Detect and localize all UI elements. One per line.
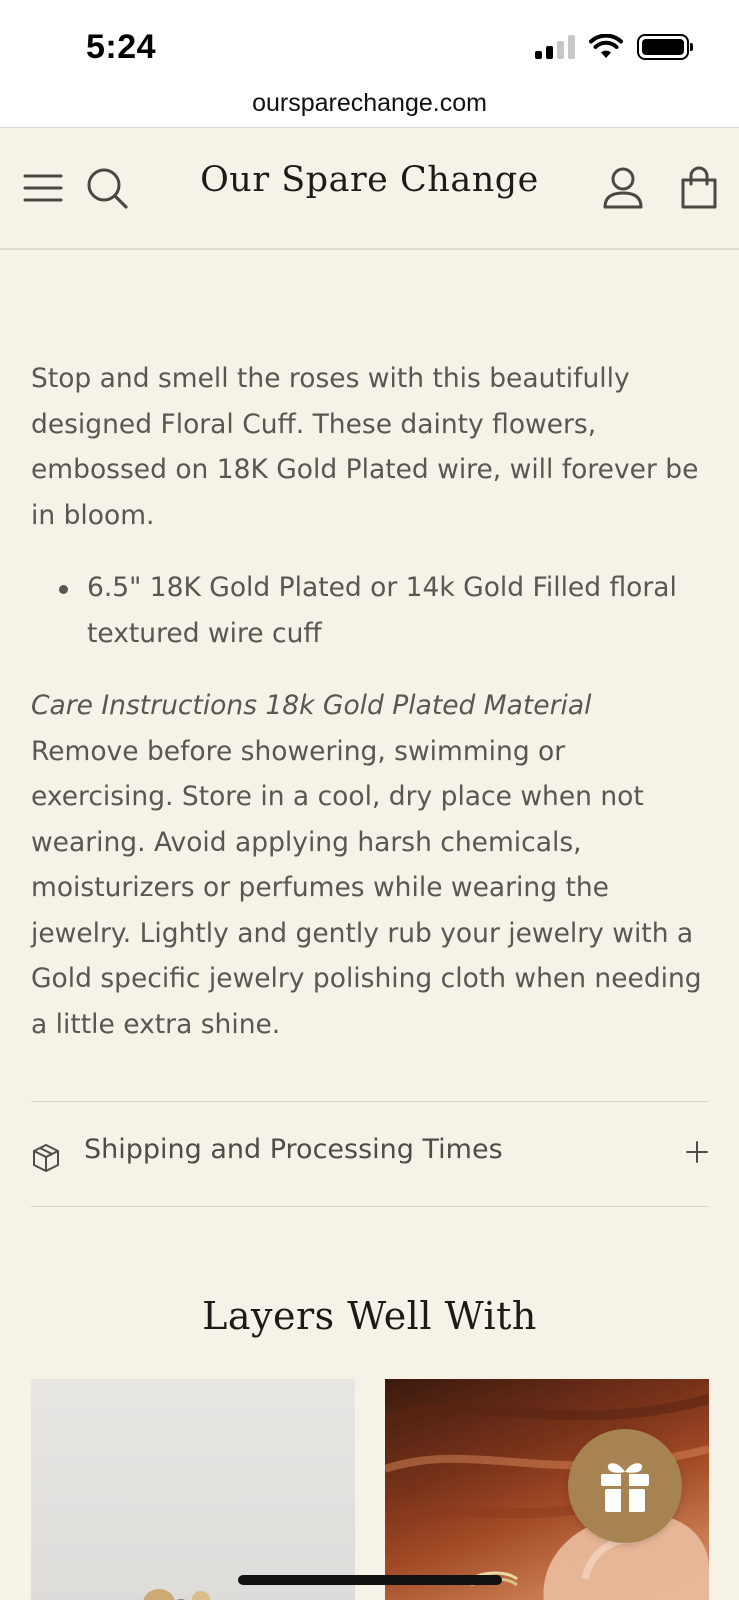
site-header: Our Spare Change — [0, 128, 739, 250]
menu-button[interactable] — [18, 158, 68, 218]
rewards-gift-button[interactable] — [568, 1429, 682, 1543]
cart-icon — [681, 166, 717, 209]
site-title[interactable]: Our Spare Change — [150, 160, 589, 200]
care-instructions-title: Care Instructions 18k Gold Plated Materi… — [31, 690, 592, 721]
description-intro: Stop and smell the roses with this beaut… — [31, 363, 699, 531]
shipping-accordion[interactable]: Shipping and Processing Times — [31, 1101, 709, 1207]
related-product-image[interactable] — [31, 1379, 355, 1600]
product-photo — [143, 1589, 210, 1600]
signal-icon — [535, 35, 575, 59]
status-time: 5:24 — [86, 28, 157, 66]
home-indicator — [238, 1575, 502, 1585]
shipping-accordion-label: Shipping and Processing Times — [84, 1134, 503, 1165]
plus-icon[interactable] — [685, 1140, 709, 1164]
battery-icon — [637, 34, 693, 60]
account-button[interactable] — [598, 158, 648, 218]
care-instructions: Care Instructions 18k Gold Plated Materi… — [31, 683, 711, 1047]
related-section-title: Layers Well With — [202, 1294, 537, 1338]
url-bar[interactable]: oursparechange.com — [0, 82, 739, 128]
url-text: oursparechange.com — [252, 89, 487, 117]
search-button[interactable] — [82, 158, 132, 218]
menu-icon — [23, 174, 63, 202]
search-icon — [87, 168, 128, 209]
feature-list: 6.5" 18K Gold Plated or 14k Gold Filled … — [31, 565, 711, 656]
status-bar: 5:24 — [0, 0, 739, 82]
status-icons — [535, 34, 693, 60]
gift-icon — [601, 1463, 649, 1512]
box-icon — [33, 1144, 59, 1172]
product-description: Stop and smell the roses with this beaut… — [31, 356, 711, 1047]
cart-button[interactable] — [674, 158, 724, 218]
feature-list-item: 6.5" 18K Gold Plated or 14k Gold Filled … — [59, 565, 711, 656]
wifi-icon — [589, 34, 623, 58]
care-instructions-text: Remove before showering, swimming or exe… — [31, 735, 702, 1040]
account-icon — [603, 167, 643, 209]
